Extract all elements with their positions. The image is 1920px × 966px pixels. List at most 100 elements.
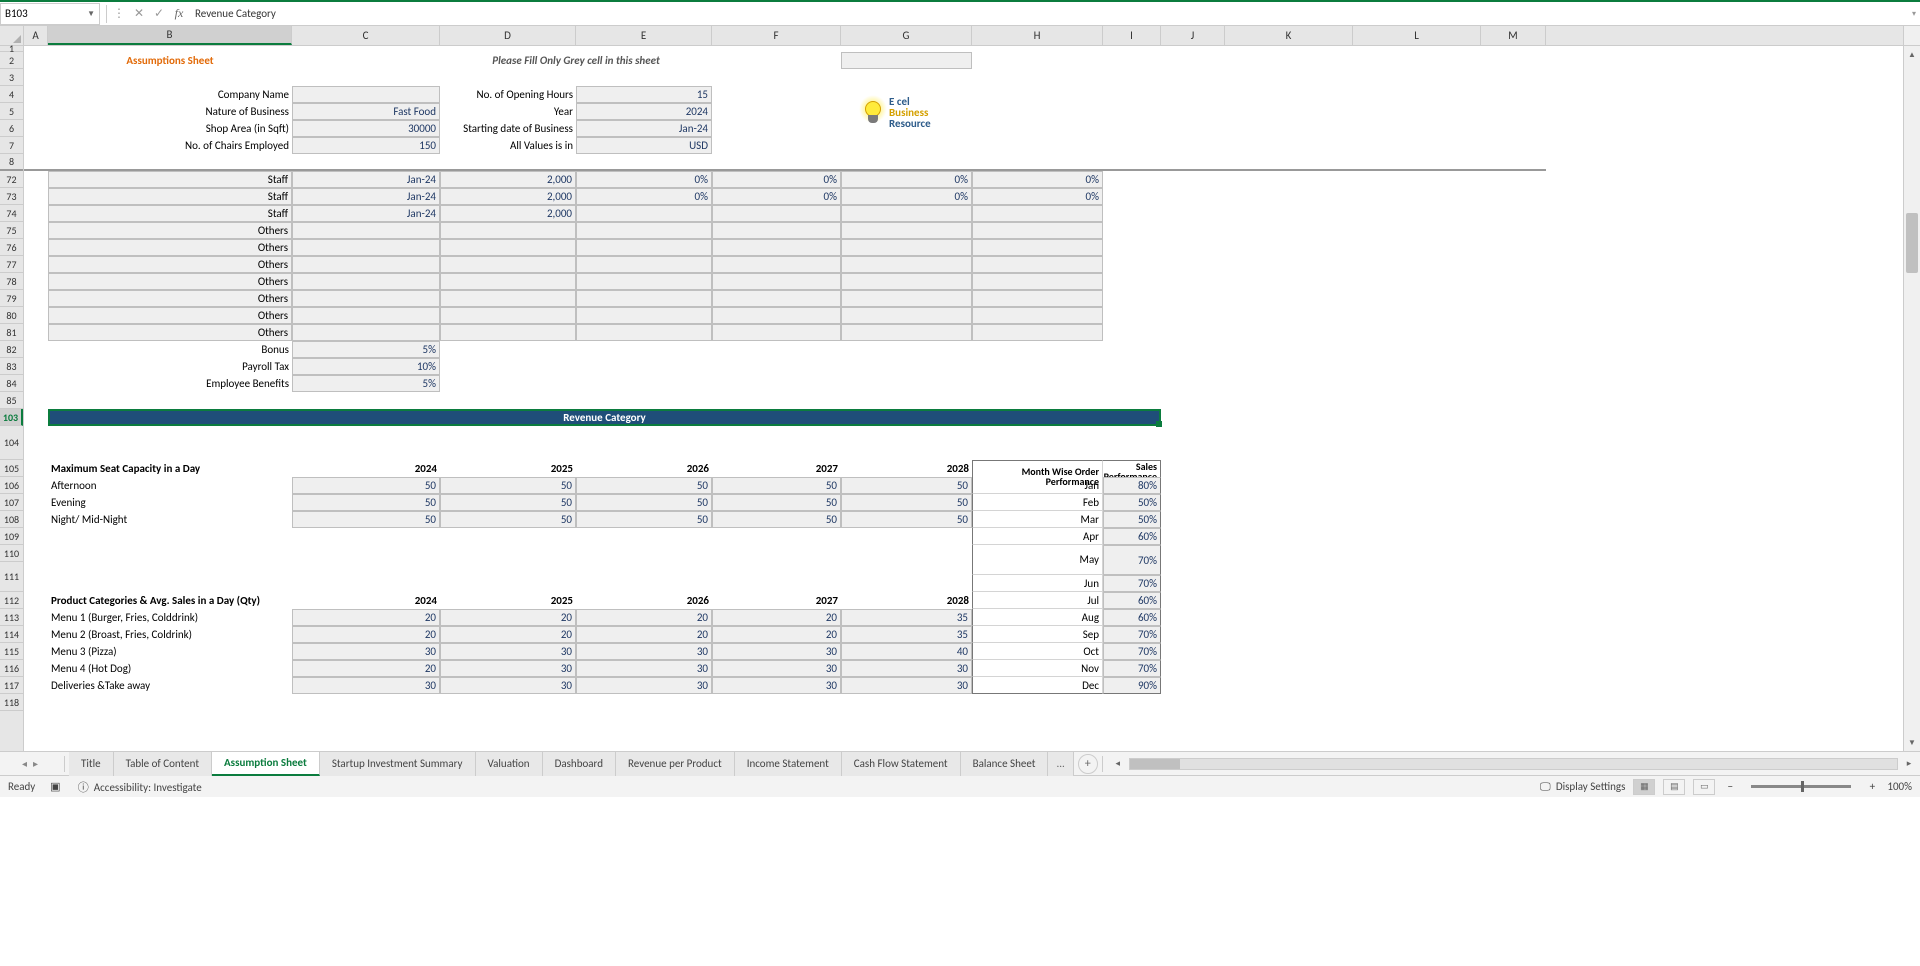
cell[interactable] [1481,643,1546,660]
cell[interactable]: Employee Benefits [48,375,292,392]
tab-next-icon[interactable]: ▸ [33,757,38,770]
cell[interactable] [1481,609,1546,626]
row-header-103[interactable]: 103 [0,409,23,426]
cell[interactable] [1103,86,1161,103]
cell[interactable] [1161,137,1225,154]
cell[interactable] [712,120,841,137]
fb-dropdown-icon[interactable]: ⋮ [109,6,129,21]
cell[interactable]: Nov [972,660,1103,677]
col-header-C[interactable]: C [292,26,440,45]
zoom-out-button[interactable]: − [1723,780,1737,793]
hscroll-right-icon[interactable]: ▸ [1902,758,1916,769]
cell[interactable]: 0% [972,171,1103,188]
cell[interactable] [1161,86,1225,103]
cell[interactable]: 2028 [841,460,972,477]
cell[interactable] [24,460,48,477]
row-header-3[interactable]: 3 [0,69,23,86]
cell[interactable] [841,137,972,154]
cell[interactable] [1225,460,1353,477]
cell[interactable] [1225,120,1353,137]
cell[interactable] [24,443,48,460]
row-header-85[interactable]: 85 [0,392,23,409]
cell[interactable]: 0% [712,188,841,205]
cell[interactable]: Jan-24 [292,205,440,222]
cell[interactable] [576,307,712,324]
col-header-F[interactable]: F [712,26,841,45]
cell[interactable]: Apr [972,528,1103,545]
cell[interactable]: Payroll Tax [48,358,292,375]
cell[interactable] [440,575,576,592]
cell[interactable] [1353,188,1481,205]
cell[interactable]: 30 [712,643,841,660]
cell[interactable] [24,358,48,375]
cell[interactable] [1353,477,1481,494]
col-header-G[interactable]: G [841,26,972,45]
row-header-110[interactable]: 110 [0,545,23,562]
cell[interactable] [712,205,841,222]
cell[interactable] [576,239,712,256]
sheet-tab[interactable]: Startup Investment Summary [320,752,476,776]
cell[interactable]: Jul [972,592,1103,609]
cell[interactable] [841,52,972,69]
cell[interactable]: 5% [292,341,440,358]
row-header-112[interactable]: 112 [0,592,23,609]
col-header-E[interactable]: E [576,26,712,45]
cell[interactable] [1161,120,1225,137]
cell[interactable] [1481,592,1546,609]
cell[interactable] [1161,358,1225,375]
cell[interactable] [440,290,576,307]
row-header-74[interactable]: 74 [0,205,23,222]
zoom-slider[interactable] [1751,785,1851,788]
cell[interactable] [1103,171,1161,188]
cell[interactable] [48,545,292,575]
cells-area[interactable]: Assumptions SheetPlease Fill Only Grey c… [24,46,1903,751]
row-header-2[interactable]: 2 [0,52,23,69]
cell[interactable] [1225,256,1353,273]
cell[interactable]: Sep [972,626,1103,643]
horizontal-scrollbar[interactable]: ◂ ▸ [1107,758,1920,770]
name-box-dropdown-icon[interactable]: ▼ [87,9,95,19]
sheet-tab[interactable]: Table of Content [114,752,212,776]
cell[interactable]: Jan-24 [292,171,440,188]
row-header-77[interactable]: 77 [0,256,23,273]
cell[interactable] [576,528,712,545]
cell[interactable] [712,307,841,324]
cell[interactable]: Others [48,324,292,341]
cell[interactable] [292,239,440,256]
cell[interactable]: 50 [712,477,841,494]
cell[interactable] [1161,375,1225,392]
cell[interactable] [1481,324,1546,341]
cell[interactable]: 30 [712,660,841,677]
cell[interactable]: 50 [712,511,841,528]
cell[interactable] [1161,409,1225,443]
accessibility-status[interactable]: ⓘ Accessibility: Investigate [75,779,201,795]
cell[interactable] [841,307,972,324]
cell[interactable] [1103,103,1161,120]
cell[interactable] [1353,677,1481,694]
cell[interactable] [1225,660,1353,677]
cell[interactable]: 50 [841,494,972,511]
revenue-category-banner[interactable]: Revenue Category [48,409,1161,426]
cell[interactable] [1353,494,1481,511]
cell[interactable] [1481,494,1546,511]
cell[interactable] [1103,188,1161,205]
cell[interactable] [292,256,440,273]
cell[interactable] [1353,358,1481,375]
cell[interactable] [1481,477,1546,494]
cell[interactable] [576,375,712,392]
cell[interactable]: 50 [440,511,576,528]
cell[interactable]: Menu 3 (Pizza) [48,643,292,660]
cell[interactable]: Bonus [48,341,292,358]
cell[interactable] [841,375,972,392]
row-header-5[interactable]: 5 [0,103,23,120]
col-header-I[interactable]: I [1103,26,1161,45]
cell[interactable]: 50 [576,511,712,528]
cell[interactable] [712,324,841,341]
cell[interactable]: Others [48,256,292,273]
cell[interactable] [1225,677,1353,694]
cell[interactable]: 30 [292,677,440,694]
cell[interactable] [1481,660,1546,677]
cell[interactable]: 50% [1103,511,1161,528]
cell[interactable]: 2024 [576,103,712,120]
cell[interactable] [1225,409,1353,443]
